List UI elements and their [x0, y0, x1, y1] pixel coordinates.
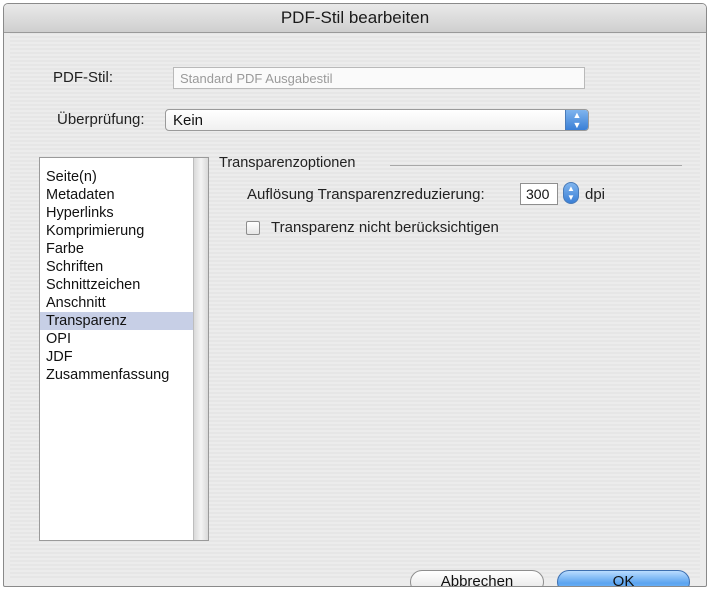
dialog-window: PDF-Stil bearbeiten PDF-Stil: Standard P… [3, 3, 707, 587]
sidebar-item-farbe[interactable]: Farbe [40, 240, 193, 258]
sidebar-item-opi[interactable]: OPI [40, 330, 193, 348]
stepper-arrows-icon[interactable]: ▲ ▼ [563, 182, 579, 204]
resolution-input[interactable]: 300 [520, 183, 558, 205]
sidebar-item-komprimierung[interactable]: Komprimierung [40, 222, 193, 240]
sidebar-item-schnittzeichen[interactable]: Schnittzeichen [40, 276, 193, 294]
category-list: Seite(n) Metadaten Hyperlinks Komprimier… [39, 157, 209, 541]
dialog-content: PDF-Stil: Standard PDF Ausgabestil Überp… [10, 33, 700, 586]
up-down-arrows-icon: ▲ ▼ [565, 110, 588, 130]
sidebar-item-jdf[interactable]: JDF [40, 348, 193, 366]
list-scrollbar[interactable] [193, 158, 208, 540]
sidebar-item-hyperlinks[interactable]: Hyperlinks [40, 204, 193, 222]
pdf-style-field[interactable]: Standard PDF Ausgabestil [173, 67, 585, 89]
sidebar-item-schriften[interactable]: Schriften [40, 258, 193, 276]
transparency-group-title: Transparenzoptionen [219, 155, 356, 171]
cancel-button[interactable]: Abbrechen [410, 570, 544, 586]
sidebar-item-metadaten[interactable]: Metadaten [40, 186, 193, 204]
check-popup[interactable]: Kein ▲ ▼ [165, 109, 589, 131]
sidebar-item-seite[interactable]: Seite(n) [40, 168, 193, 186]
check-label: Überprüfung: [57, 111, 145, 128]
sidebar-item-zusammenfassung[interactable]: Zusammenfassung [40, 366, 193, 384]
pdf-style-label: PDF-Stil: [53, 69, 113, 86]
check-popup-value: Kein [173, 112, 204, 129]
group-divider [390, 165, 682, 166]
sidebar-item-transparenz[interactable]: Transparenz [40, 312, 193, 330]
resolution-unit: dpi [585, 186, 606, 203]
checkbox-icon[interactable] [246, 221, 260, 235]
ok-button[interactable]: OK [557, 570, 690, 586]
resolution-label: Auflösung Transparenzreduzierung: [247, 186, 485, 203]
dialog-title: PDF-Stil bearbeiten [4, 4, 706, 33]
ignore-transparency-label[interactable]: Transparenz nicht berücksichtigen [271, 219, 499, 236]
sidebar-item-anschnitt[interactable]: Anschnitt [40, 294, 193, 312]
